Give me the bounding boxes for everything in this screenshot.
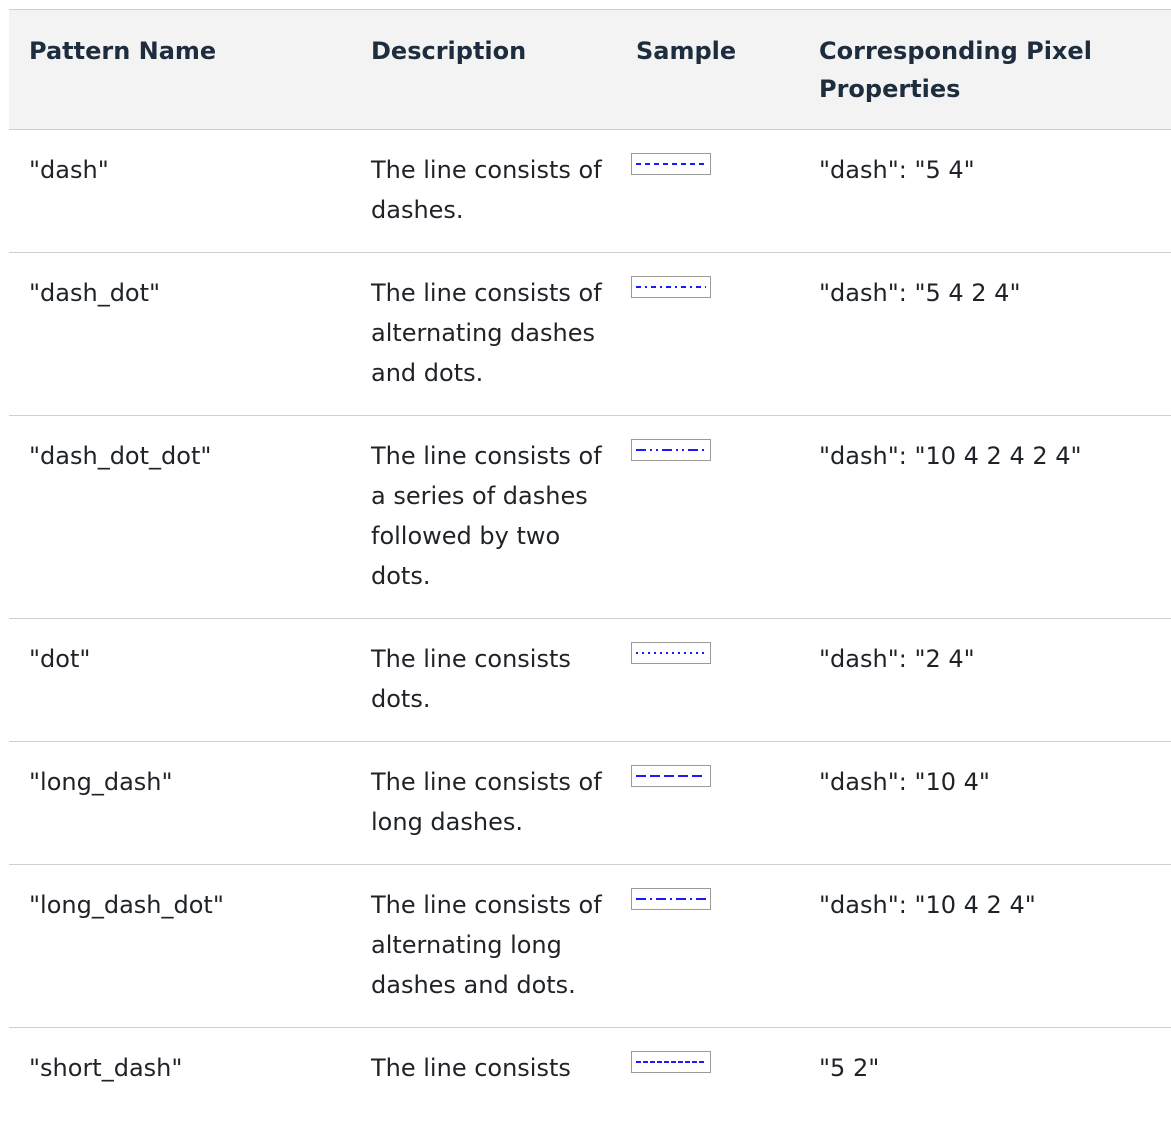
header-pixel-properties: Corresponding Pixel Properties [799, 9, 1171, 130]
description-cell: The line consists of a series of dashes … [351, 415, 616, 619]
dash-line-sample-icon [631, 153, 711, 175]
description-cell: The line consists of alternating long da… [351, 864, 616, 1028]
table-row: "dash" The line consists of dashes. "das… [9, 129, 1171, 253]
pattern-name-cell: "dot" [9, 618, 351, 742]
sample-cell [616, 618, 799, 742]
dash-dot-dot-line-sample-icon [631, 439, 711, 461]
long-dash-line-sample-icon [631, 765, 711, 787]
sample-cell [616, 864, 799, 1028]
table-row: "long_dash" The line consists of long da… [9, 741, 1171, 865]
pixel-properties-cell: "5 2" [819, 1054, 880, 1082]
pixel-properties-cell: "dash": "5 4 2 4" [799, 252, 1171, 416]
pixel-properties-cell: "dash": "5 4" [799, 129, 1171, 253]
short-dash-line-sample-icon [631, 1051, 711, 1073]
pixel-properties-cell: "dash": "2 4" [799, 618, 1171, 742]
table-row: "dot" The line consists dots. "dash": "2… [9, 618, 1171, 742]
long-dash-dot-line-sample-icon [631, 888, 711, 910]
dash-dot-line-sample-icon [631, 276, 711, 298]
header-description: Description [351, 9, 616, 130]
pattern-name-cell: "long_dash_dot" [9, 864, 351, 1028]
table-header-row: Pattern Name Description Sample Correspo… [9, 9, 1171, 130]
header-sample: Sample [616, 9, 799, 130]
pixel-properties-cell: "dash": "10 4 2 4 2 4" [799, 415, 1171, 619]
pattern-name-cell: "dash_dot" [9, 252, 351, 416]
header-pattern-name: Pattern Name [9, 9, 351, 130]
table-row: "dash_dot" The line consists of alternat… [9, 252, 1171, 416]
sample-cell [616, 1028, 799, 1111]
description-cell: The line consists [371, 1054, 571, 1082]
line-pattern-table: Pattern Name Description Sample Correspo… [9, 9, 1171, 1110]
pattern-name-cell: "dash_dot_dot" [9, 415, 351, 619]
description-cell: The line consists dots. [351, 618, 616, 742]
pattern-name-cell: "short_dash" [29, 1054, 183, 1082]
pixel-properties-cell: "dash": "10 4" [799, 741, 1171, 865]
table-row: "dash_dot_dot" The line consists of a se… [9, 415, 1171, 619]
description-cell: The line consists of dashes. [351, 129, 616, 253]
dot-line-sample-icon [631, 642, 711, 664]
sample-cell [616, 415, 799, 619]
description-cell: The line consists of alternating dashes … [351, 252, 616, 416]
pattern-name-cell: "dash" [9, 129, 351, 253]
pattern-name-cell: "long_dash" [9, 741, 351, 865]
pixel-properties-cell: "dash": "10 4 2 4" [799, 864, 1171, 1028]
sample-cell [616, 129, 799, 253]
description-cell: The line consists of long dashes. [351, 741, 616, 865]
table-row: "short_dash" The line consists "5 2" [9, 1028, 1171, 1111]
sample-cell [616, 741, 799, 865]
sample-cell [616, 252, 799, 416]
table-row: "long_dash_dot" The line consists of alt… [9, 864, 1171, 1028]
